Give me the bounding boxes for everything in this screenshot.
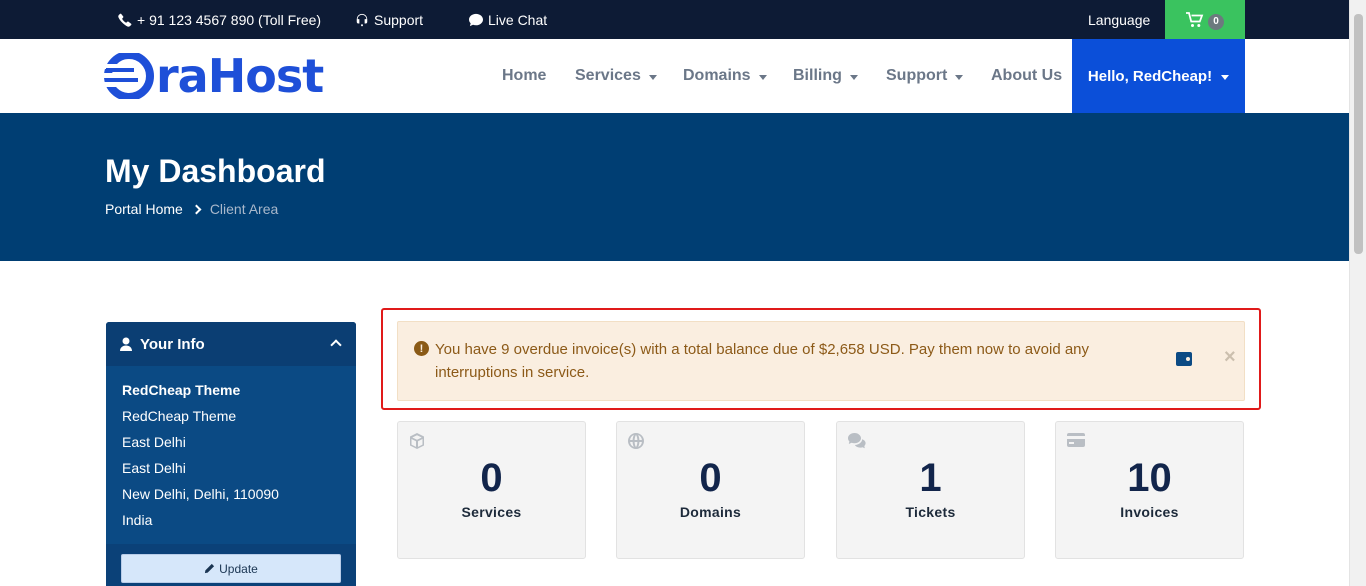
chevron-up-icon[interactable] (330, 339, 342, 351)
your-info-header[interactable]: Your Info (106, 322, 356, 366)
update-button[interactable]: Update (121, 554, 341, 583)
page-title: My Dashboard (105, 153, 326, 189)
phone-number: + 91 123 4567 890 (Toll Free) (137, 11, 322, 28)
page-header: My Dashboard Portal Home Client Area (0, 113, 1366, 261)
page-scrollbar[interactable] (1349, 0, 1366, 586)
nav-support[interactable]: Support (886, 39, 964, 113)
comments-icon (848, 433, 866, 449)
cart-icon (1186, 11, 1204, 27)
nav-support-label: Support (886, 67, 948, 84)
tile-tickets-label: Tickets (905, 504, 956, 520)
overdue-invoices-alert: ! You have 9 overdue invoice(s) with a t… (397, 321, 1245, 401)
chevron-down-icon (955, 74, 964, 80)
nav-user-label: Hello, RedCheap! (1087, 67, 1213, 85)
tile-domains[interactable]: 0 Domains (616, 421, 805, 559)
cube-icon (410, 433, 424, 449)
top-bar: + 91 123 4567 890 (Toll Free) Support Li… (0, 0, 1366, 39)
tile-services-value: 0 (480, 456, 503, 500)
chevron-down-icon (758, 74, 767, 80)
headset-icon (356, 13, 368, 26)
chat-icon (469, 13, 483, 26)
nav-home-label: Home (502, 67, 547, 84)
info-line: India (122, 512, 153, 528)
your-info-footer: Update (106, 544, 356, 586)
tile-services-label: Services (461, 504, 522, 520)
logo-text: raHost (156, 49, 324, 103)
tile-services[interactable]: 0 Services (397, 421, 586, 559)
nav-domains-label: Domains (683, 67, 751, 84)
breadcrumb: Portal Home Client Area (105, 201, 278, 217)
live-chat-label: Live Chat (488, 11, 548, 28)
main-nav: raHost Home Services Domains Billing Sup… (0, 39, 1366, 113)
globe-icon (628, 433, 644, 449)
breadcrumb-current: Client Area (209, 201, 279, 217)
cart-button[interactable]: 0 (1165, 0, 1245, 39)
tile-invoices[interactable]: 10 Invoices (1055, 421, 1244, 559)
nav-domains[interactable]: Domains (683, 39, 767, 113)
close-icon[interactable]: × (1224, 346, 1236, 369)
support-label: Support (374, 11, 424, 28)
chevron-down-icon (648, 74, 657, 80)
nav-about-label: About Us (991, 67, 1063, 84)
nav-billing-label: Billing (793, 67, 842, 84)
chevron-down-icon (849, 74, 858, 80)
tile-invoices-value: 10 (1127, 456, 1172, 500)
info-line: RedCheap Theme (122, 408, 237, 424)
tile-domains-value: 0 (699, 456, 722, 500)
language-selector[interactable]: Language (1088, 0, 1150, 39)
pencil-icon (205, 563, 215, 574)
alert-message: You have 9 overdue invoice(s) with a tot… (435, 341, 1090, 381)
logo-mark-icon (104, 53, 154, 99)
nav-services[interactable]: Services (575, 39, 657, 113)
tile-tickets-value: 1 (919, 456, 942, 500)
cart-count-badge: 0 (1208, 13, 1224, 30)
chevron-right-icon (191, 204, 202, 214)
nav-about[interactable]: About Us (991, 39, 1062, 113)
nav-services-label: Services (575, 67, 641, 84)
your-info-title: Your Info (140, 335, 205, 353)
support-link[interactable]: Support (355, 0, 423, 39)
language-label: Language (1088, 11, 1151, 28)
exclamation-circle-icon: ! (414, 341, 429, 356)
credit-card-icon (1067, 433, 1085, 447)
nav-home[interactable]: Home (502, 39, 546, 113)
nav-user-menu[interactable]: Hello, RedCheap! (1072, 39, 1245, 113)
wallet-icon[interactable] (1176, 352, 1192, 366)
brand-logo[interactable]: raHost (104, 49, 324, 103)
tile-tickets[interactable]: 1 Tickets (836, 421, 1025, 559)
user-icon (120, 337, 132, 351)
update-label: Update (219, 561, 258, 576)
breadcrumb-portal-home[interactable]: Portal Home (105, 201, 183, 217)
tile-invoices-label: Invoices (1120, 504, 1179, 520)
tile-domains-label: Domains (679, 504, 742, 520)
info-list: RedCheap Theme RedCheap Theme East Delhi… (106, 366, 356, 536)
phone-link[interactable]: + 91 123 4567 890 (Toll Free) (118, 0, 321, 39)
phone-icon (118, 13, 132, 27)
info-line: New Delhi, Delhi, 110090 (122, 486, 279, 502)
chevron-down-icon (1221, 74, 1230, 80)
info-line: East Delhi (122, 434, 186, 450)
live-chat-link[interactable]: Live Chat (469, 0, 547, 39)
info-line: East Delhi (122, 460, 186, 476)
nav-billing[interactable]: Billing (793, 39, 858, 113)
scrollbar-thumb[interactable] (1354, 14, 1363, 254)
client-name: RedCheap Theme (122, 382, 241, 398)
your-info-panel: Your Info RedCheap Theme RedCheap Theme … (106, 322, 356, 586)
